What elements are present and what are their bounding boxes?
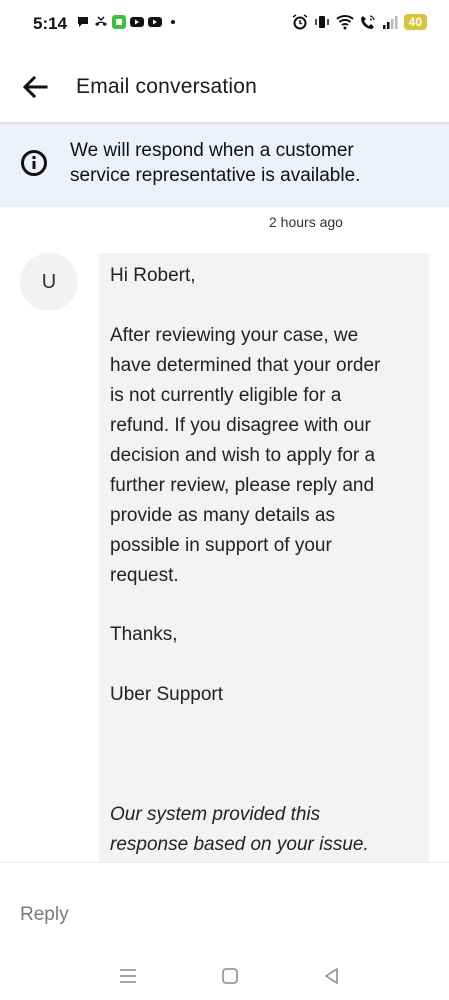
- vibrate-icon: [314, 16, 329, 28]
- wifi-icon: [335, 15, 354, 30]
- youtube-icon: [130, 17, 144, 27]
- home-icon[interactable]: [218, 964, 242, 988]
- app-header: Email conversation: [0, 52, 449, 122]
- message-footer-line: Our system provided this: [110, 804, 321, 825]
- info-icon: [21, 150, 47, 176]
- banner-text-line: service representative is available.: [70, 165, 361, 186]
- battery-icon: 40: [403, 14, 427, 30]
- more-dot-icon: [171, 20, 175, 24]
- reply-input[interactable]: [20, 901, 420, 929]
- page-title: Email conversation: [76, 75, 258, 98]
- message-line: provide as many details as: [110, 505, 335, 526]
- info-banner: We will respond when a customer service …: [0, 123, 449, 207]
- message-line: further review, please reply and: [110, 475, 375, 496]
- header-divider: [0, 122, 449, 126]
- message-timestamp: 2 hours ago: [269, 214, 343, 230]
- app-notification-icon: [112, 15, 126, 29]
- banner-text: We will respond when a customer service …: [70, 138, 430, 188]
- arrow-left-icon[interactable]: [18, 70, 52, 104]
- status-time: 5:14: [33, 14, 68, 33]
- message-line: decision and wish to apply for a: [110, 445, 376, 466]
- banner-text-line: We will respond when a customer: [70, 140, 354, 161]
- signal-icon: [382, 16, 398, 29]
- message-signature: Uber Support: [110, 684, 224, 705]
- message-line: refund. If you disagree with our: [110, 415, 371, 436]
- alarm-icon: [292, 14, 308, 30]
- recents-icon[interactable]: [116, 964, 140, 988]
- message-body: After reviewing your case, we have deter…: [110, 321, 420, 591]
- message-line: After reviewing your case, we: [110, 325, 359, 346]
- message-line: possible in support of your: [110, 535, 332, 556]
- missed-call-icon: [95, 16, 107, 26]
- message-closing: Thanks,: [110, 624, 178, 645]
- wifi-calling-icon: [360, 15, 375, 29]
- avatar: U: [20, 253, 78, 311]
- status-bar: 5:14 40: [0, 0, 449, 52]
- message-greeting: Hi Robert,: [110, 265, 196, 286]
- youtube-icon: [148, 17, 162, 27]
- message-footer: Our system provided this response based …: [110, 800, 420, 860]
- system-icons: 40: [292, 14, 427, 30]
- nav-back-icon[interactable]: [320, 964, 344, 988]
- message-line: have determined that your order: [110, 355, 381, 376]
- reply-bar: [0, 862, 449, 958]
- message-line: request.: [110, 565, 179, 586]
- system-nav-bar: [0, 958, 449, 1000]
- message-footer-line: response based on your issue.: [110, 834, 369, 855]
- chat-bubble-icon: [78, 17, 88, 27]
- message-line: is not currently eligible for a: [110, 385, 342, 406]
- notification-icons: [76, 15, 180, 29]
